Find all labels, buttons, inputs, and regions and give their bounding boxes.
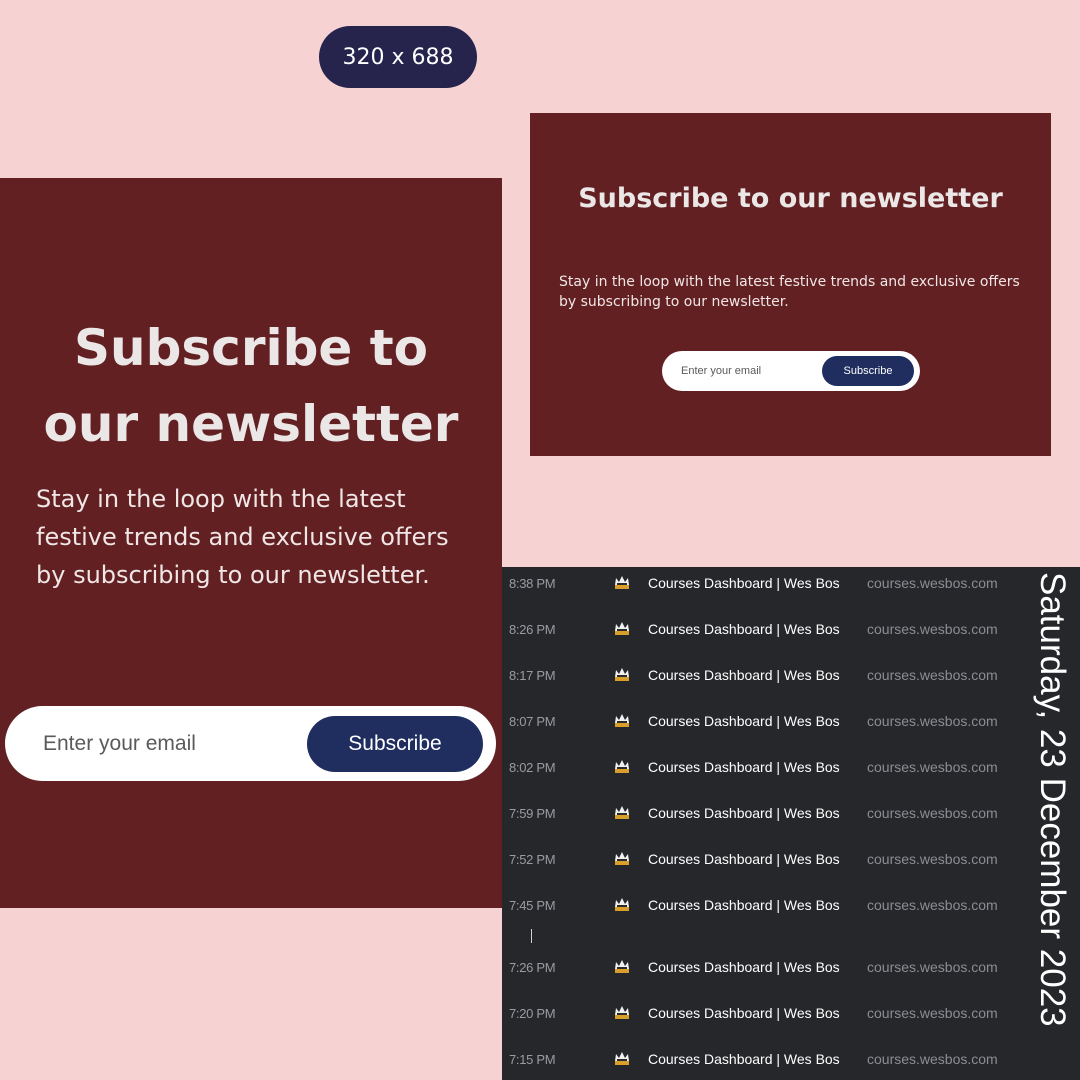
history-page-title[interactable]: Courses Dashboard | Wes Bos: [648, 959, 840, 975]
history-row[interactable]: 7:15 PM Courses Dashboard | Wes Bos course…: [502, 1047, 1022, 1071]
history-time: 7:15 PM: [509, 1051, 556, 1067]
crown-icon: [615, 898, 629, 911]
newsletter-description: Stay in the loop with the latest festive…: [36, 485, 449, 589]
crown-icon: [615, 668, 629, 681]
history-row[interactable]: 8:02 PM Courses Dashboard | Wes Bos course…: [502, 755, 1022, 779]
history-time: 8:38 PM: [509, 575, 556, 591]
history-domain: courses.wesbos.com: [867, 713, 998, 729]
history-row[interactable]: 7:26 PM Courses Dashboard | Wes Bos course…: [502, 955, 1022, 979]
history-page-title[interactable]: Courses Dashboard | Wes Bos: [648, 851, 840, 867]
history-time: 7:45 PM: [509, 897, 556, 913]
history-domain: courses.wesbos.com: [867, 667, 998, 683]
history-page-title[interactable]: Courses Dashboard | Wes Bos: [648, 575, 840, 591]
history-time: 8:26 PM: [509, 621, 556, 637]
history-page-title[interactable]: Courses Dashboard | Wes Bos: [648, 667, 840, 683]
history-row[interactable]: 8:17 PM Courses Dashboard | Wes Bos course…: [502, 663, 1022, 687]
crown-icon: [615, 760, 629, 773]
crown-icon: [615, 960, 629, 973]
history-page-title[interactable]: Courses Dashboard | Wes Bos: [648, 621, 840, 637]
history-row[interactable]: 7:59 PM Courses Dashboard | Wes Bos course…: [502, 801, 1022, 825]
newsletter-card-mobile: Subscribe to our newsletter Stay in the …: [0, 178, 502, 908]
crown-icon: [615, 1052, 629, 1065]
newsletter-title: Subscribe to our newsletter: [43, 319, 459, 453]
history-time: 8:17 PM: [509, 667, 556, 683]
history-row[interactable]: 8:26 PM Courses Dashboard | Wes Bos course…: [502, 617, 1022, 641]
newsletter-card-desktop: Subscribe to our newsletter Stay in the …: [530, 113, 1051, 456]
browser-history-list: 8:38 PM Courses Dashboard | Wes Bos course…: [502, 567, 1080, 1080]
history-page-title[interactable]: Courses Dashboard | Wes Bos: [648, 805, 840, 821]
history-row[interactable]: 7:20 PM Courses Dashboard | Wes Bos course…: [502, 1001, 1022, 1025]
history-row[interactable]: 8:38 PM Courses Dashboard | Wes Bos course…: [502, 571, 1022, 595]
email-input[interactable]: [43, 706, 293, 781]
crown-icon: [615, 1006, 629, 1019]
crown-icon: [615, 806, 629, 819]
email-form: Subscribe: [662, 351, 920, 391]
history-time: 7:52 PM: [509, 851, 556, 867]
crown-icon: [615, 714, 629, 727]
history-domain: courses.wesbos.com: [867, 1051, 998, 1067]
viewport-size-badge: 320 x 688: [319, 26, 477, 88]
email-input[interactable]: [681, 351, 811, 391]
history-page-title[interactable]: Courses Dashboard | Wes Bos: [648, 1051, 840, 1067]
history-page-title[interactable]: Courses Dashboard | Wes Bos: [648, 759, 840, 775]
subscribe-button[interactable]: Subscribe: [822, 356, 914, 386]
history-domain: courses.wesbos.com: [867, 575, 998, 591]
text-cursor: [531, 929, 532, 943]
history-domain: courses.wesbos.com: [867, 1005, 998, 1021]
history-domain: courses.wesbos.com: [867, 621, 998, 637]
crown-icon: [615, 852, 629, 865]
history-row[interactable]: 7:52 PM Courses Dashboard | Wes Bos course…: [502, 847, 1022, 871]
history-date-heading: Saturday, 23 December 2023: [1033, 572, 1072, 1027]
history-time: 8:07 PM: [509, 713, 556, 729]
history-domain: courses.wesbos.com: [867, 897, 998, 913]
history-time: 7:20 PM: [509, 1005, 556, 1021]
history-time: 8:02 PM: [509, 759, 556, 775]
history-page-title[interactable]: Courses Dashboard | Wes Bos: [648, 713, 840, 729]
history-page-title[interactable]: Courses Dashboard | Wes Bos: [648, 897, 840, 913]
crown-icon: [615, 576, 629, 589]
email-form: Subscribe: [5, 706, 496, 781]
subscribe-button[interactable]: Subscribe: [307, 716, 483, 772]
history-row[interactable]: 8:07 PM Courses Dashboard | Wes Bos course…: [502, 709, 1022, 733]
history-domain: courses.wesbos.com: [867, 805, 998, 821]
history-page-title[interactable]: Courses Dashboard | Wes Bos: [648, 1005, 840, 1021]
newsletter-title: Subscribe to our newsletter: [578, 183, 1003, 214]
history-row[interactable]: 7:45 PM Courses Dashboard | Wes Bos course…: [502, 893, 1022, 917]
newsletter-description: Stay in the loop with the latest festive…: [559, 274, 1020, 310]
history-domain: courses.wesbos.com: [867, 759, 998, 775]
history-time: 7:26 PM: [509, 959, 556, 975]
history-domain: courses.wesbos.com: [867, 851, 998, 867]
history-time: 7:59 PM: [509, 805, 556, 821]
crown-icon: [615, 622, 629, 635]
history-domain: courses.wesbos.com: [867, 959, 998, 975]
